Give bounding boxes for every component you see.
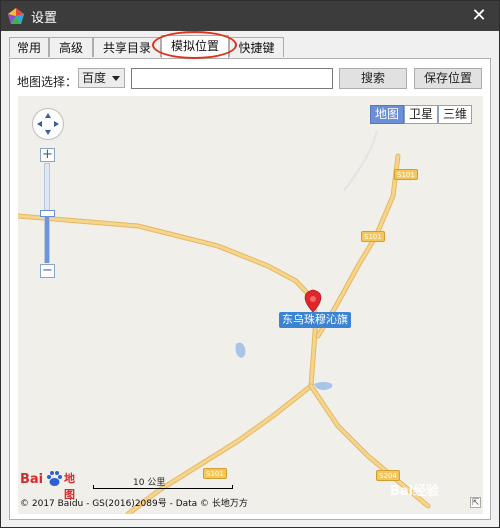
expand-icon[interactable]: ⇱ xyxy=(470,497,481,508)
title-bar[interactable]: 设置 ✕ xyxy=(1,1,499,31)
pan-arrows-icon xyxy=(37,113,59,135)
map-copyright: © 2017 Baidu - GS(2016)2089号 - Data © 长地… xyxy=(20,499,248,509)
svg-text:Bai: Bai xyxy=(20,472,43,487)
watermark: Bai经验 xyxy=(390,484,440,499)
map-provider-select[interactable]: 百度 xyxy=(78,68,125,88)
road-badge: S101 xyxy=(203,468,227,479)
chevron-down-icon xyxy=(112,76,120,81)
tab-common[interactable]: 常用 xyxy=(9,37,49,57)
search-button[interactable]: 搜索 xyxy=(339,68,407,89)
save-location-button[interactable]: 保存位置 xyxy=(414,68,482,89)
tab-shortcuts[interactable]: 快捷键 xyxy=(229,37,284,57)
settings-window: 设置 ✕ 常用 高级 共享目录 模拟位置 快捷键 地图选择： 百度 搜索 保存位… xyxy=(0,0,500,528)
zoom-out-button[interactable]: − xyxy=(40,264,55,278)
search-input[interactable] xyxy=(131,68,333,89)
road-west xyxy=(18,214,318,388)
marker-label[interactable]: 东乌珠穆沁旗 xyxy=(279,312,351,328)
baidu-paw-icon: Bai xyxy=(20,471,62,487)
road-north xyxy=(316,154,400,338)
app-pentagon-icon xyxy=(8,8,24,24)
map-select-label: 地图选择： xyxy=(17,75,78,89)
road-edge-north xyxy=(315,153,401,339)
map-roads xyxy=(18,130,431,514)
tab-advanced[interactable]: 高级 xyxy=(49,37,93,57)
zoom-slider-handle[interactable] xyxy=(40,210,55,217)
pan-control[interactable] xyxy=(32,108,64,140)
tab-shared-folder[interactable]: 共享目录 xyxy=(93,37,161,57)
close-icon[interactable]: ✕ xyxy=(467,4,491,28)
road-badge: S101 xyxy=(394,169,418,180)
road-badge: S101 xyxy=(361,231,385,242)
lake-south xyxy=(314,382,333,390)
location-marker-icon[interactable] xyxy=(304,289,322,313)
map-provider-value: 百度 xyxy=(82,71,107,85)
map-type-satellite[interactable]: 卫星 xyxy=(404,105,438,124)
zoom-in-button[interactable]: + xyxy=(40,148,55,162)
minor-road xyxy=(343,130,378,192)
window-title: 设置 xyxy=(31,11,58,26)
lake-west xyxy=(235,342,246,358)
map-type-map[interactable]: 地图 xyxy=(370,105,404,124)
zoom-slider-fill xyxy=(45,213,49,263)
road-edge-west xyxy=(18,213,319,389)
map-canvas[interactable]: 地图 卫星 三维 + − 东乌珠穆沁旗 S101 S101 S101 S204 … xyxy=(18,96,483,514)
scale-bar xyxy=(93,485,233,489)
highlight-ring xyxy=(152,31,237,59)
map-type-3d[interactable]: 三维 xyxy=(438,105,472,124)
